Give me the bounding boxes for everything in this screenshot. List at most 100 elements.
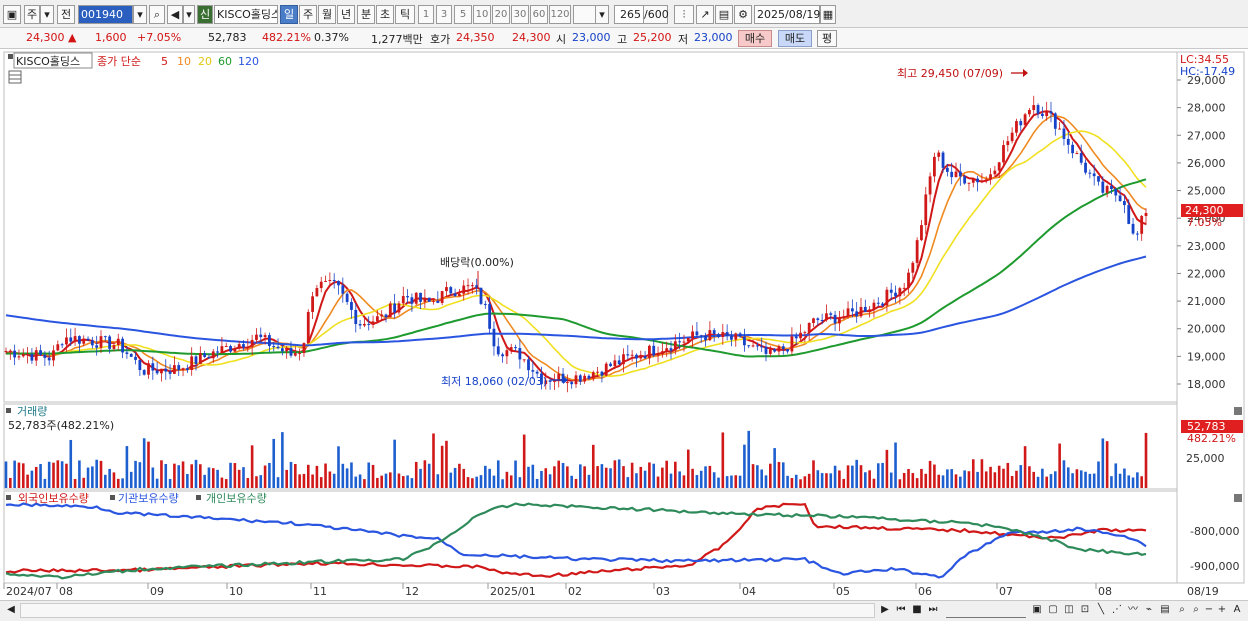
- zoom-out-small-icon[interactable]: ⌕: [1176, 603, 1188, 618]
- wave-icon[interactable]: 〰: [1126, 603, 1140, 618]
- period-month-button[interactable]: 월: [318, 5, 336, 24]
- speaker-dropdown-icon[interactable]: ▾: [183, 5, 195, 24]
- interval-30-button[interactable]: 30: [511, 5, 529, 24]
- candle-body: [945, 167, 949, 172]
- volume-bar: [937, 474, 941, 488]
- volume-bar: [1088, 473, 1092, 488]
- interval-1-button[interactable]: 1: [418, 5, 434, 24]
- speaker-icon[interactable]: ◀: [167, 5, 183, 24]
- interval-120-button[interactable]: 120: [549, 5, 571, 24]
- table-icon[interactable]: [8, 70, 22, 84]
- period-day-button[interactable]: 일: [280, 5, 298, 24]
- volume-bar: [1084, 471, 1087, 488]
- holdings-panel-close-icon[interactable]: [1234, 494, 1242, 502]
- candle-body: [65, 337, 68, 345]
- split-icon[interactable]: ◫: [1062, 603, 1076, 618]
- plus-icon[interactable]: +: [1216, 603, 1228, 618]
- period-year-button[interactable]: 년: [337, 5, 355, 24]
- volume-bar: [1114, 463, 1118, 488]
- volume-bar: [216, 469, 219, 488]
- volume-bar: [147, 441, 150, 488]
- window-icon[interactable]: ▣: [3, 5, 21, 24]
- draw-tool-icon[interactable]: ↗: [696, 5, 714, 24]
- candle-body: [967, 182, 971, 184]
- candle-body: [142, 370, 146, 375]
- code-dropdown-icon[interactable]: ▾: [133, 5, 147, 24]
- volume-bar: [65, 463, 68, 488]
- volume-current-pct: 482.21%: [1187, 432, 1236, 445]
- candle-body: [1084, 162, 1087, 173]
- interval-dropdown-icon[interactable]: ▾: [595, 5, 609, 24]
- gear-icon[interactable]: ⚙: [734, 5, 752, 24]
- buy-button[interactable]: 매수: [738, 30, 772, 47]
- font-size-icon[interactable]: A: [1230, 603, 1244, 618]
- candle-body: [963, 176, 967, 184]
- volume-panel-close-icon[interactable]: [1234, 407, 1242, 415]
- copy-icon[interactable]: ▢: [1046, 603, 1060, 618]
- scroll-right-icon[interactable]: ▶: [879, 603, 891, 618]
- date-input[interactable]: 2025/08/19: [754, 5, 820, 24]
- volume-bar: [708, 465, 712, 488]
- price-tick-label: 27,000: [1187, 129, 1226, 142]
- picture-icon[interactable]: ▤: [1158, 603, 1172, 618]
- compare-icon[interactable]: ⊡: [1078, 603, 1092, 618]
- period-second-button[interactable]: 초: [376, 5, 394, 24]
- trend-icon[interactable]: ⋰: [1110, 603, 1124, 618]
- volume-bar: [414, 461, 418, 488]
- prev-button[interactable]: 전: [57, 5, 75, 24]
- period-tick-button[interactable]: 틱: [395, 5, 415, 24]
- x-axis-label: 06: [918, 585, 932, 598]
- volume-bar: [997, 465, 1001, 488]
- candle-body: [1045, 111, 1049, 117]
- chevron-down-icon[interactable]: ▾: [40, 5, 54, 24]
- period-week-button[interactable]: 주: [299, 5, 317, 24]
- volume-bar: [311, 474, 314, 488]
- volume-bar: [432, 433, 435, 488]
- volume-bar: [203, 474, 206, 488]
- volume-bar: [773, 448, 776, 488]
- volume-bar: [436, 474, 440, 488]
- volume-bar: [527, 466, 530, 488]
- save-icon[interactable]: ▤: [715, 5, 733, 24]
- x-axis-label: 03: [656, 585, 670, 598]
- candle-body: [1123, 201, 1126, 206]
- layout-icon[interactable]: ▣: [1030, 603, 1044, 618]
- period-minute-button[interactable]: 분: [357, 5, 375, 24]
- first-page-icon[interactable]: ⏮: [894, 603, 908, 618]
- volume-bar: [125, 446, 129, 488]
- zoom-in-small-icon[interactable]: ⌕: [1190, 603, 1202, 618]
- stock-name-field[interactable]: KISCO홀딩스: [214, 5, 278, 24]
- interval-60-button[interactable]: 60: [530, 5, 548, 24]
- calendar-icon[interactable]: ▦: [820, 5, 836, 24]
- count-input[interactable]: 265: [614, 5, 644, 24]
- stock-code-input[interactable]: 001940: [78, 5, 133, 24]
- candle-body: [419, 292, 422, 302]
- candle-icon[interactable]: ⫶: [674, 5, 694, 24]
- search-icon[interactable]: ⌕: [149, 5, 165, 24]
- interval-20-button[interactable]: 20: [492, 5, 510, 24]
- interval-10-button[interactable]: 10: [473, 5, 491, 24]
- last-page-icon[interactable]: ⏭: [926, 603, 940, 618]
- sell-button[interactable]: 매도: [778, 30, 812, 47]
- magnet-icon[interactable]: ⌁: [1142, 603, 1156, 618]
- volume-bar: [207, 467, 211, 488]
- stock-chart[interactable]: KISCO홀딩스 종가 단순 5 10 20 60 120 LC:34.55 H…: [0, 49, 1248, 601]
- volume-bar: [423, 460, 427, 488]
- zoom-slider[interactable]: [946, 603, 1026, 618]
- horizontal-scrollbar[interactable]: [20, 603, 875, 618]
- volume-bar: [255, 476, 258, 488]
- candle-body: [246, 346, 250, 348]
- volume-bar: [73, 478, 77, 488]
- period-prefix-select[interactable]: 주: [24, 5, 40, 24]
- interval-3-button[interactable]: 3: [436, 5, 452, 24]
- stop-icon[interactable]: ■: [910, 603, 924, 618]
- flat-button[interactable]: 평: [817, 30, 837, 47]
- minus-icon[interactable]: −: [1203, 603, 1215, 618]
- candle-body: [43, 354, 47, 358]
- volume-bar: [505, 471, 509, 488]
- volume-bar: [781, 462, 785, 488]
- line-tool-icon[interactable]: ╲: [1094, 603, 1108, 618]
- scroll-left-icon[interactable]: ◀: [4, 603, 18, 618]
- candle-body: [17, 356, 21, 358]
- interval-5-button[interactable]: 5: [454, 5, 472, 24]
